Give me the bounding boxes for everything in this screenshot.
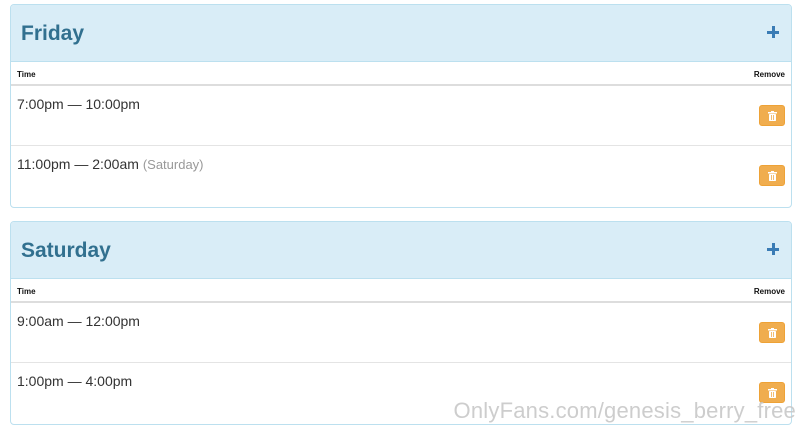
trash-icon: [768, 328, 777, 338]
table-row: 9:00am — 12:00pm: [11, 303, 791, 363]
time-slot: 11:00pm — 2:00am (Saturday): [17, 156, 204, 172]
day-title: Friday: [21, 22, 85, 45]
trash-icon: [768, 111, 777, 121]
day-title: Saturday: [21, 239, 111, 262]
table-row: 7:00pm — 10:00pm: [11, 86, 791, 146]
column-header-remove: Remove: [753, 287, 785, 296]
time-slot: 7:00pm — 10:00pm: [17, 96, 140, 112]
day-panel-saturday: Saturday Time Remove 9:00am — 12:00pm 1:…: [10, 221, 792, 425]
time-range: 9:00am — 12:00pm: [17, 313, 140, 329]
trash-icon: [768, 171, 777, 181]
plus-icon[interactable]: [765, 24, 781, 40]
watermark-text: OnlyFans.com/genesis_berry_free: [453, 398, 796, 423]
column-header-time: Time: [17, 70, 36, 79]
time-range: 7:00pm — 10:00pm: [17, 96, 140, 112]
remove-button[interactable]: [759, 165, 785, 186]
day-panel-friday: Friday Time Remove 7:00pm — 10:00pm 11:0…: [10, 4, 792, 208]
panel-header: Friday: [11, 5, 791, 62]
time-slot: 9:00am — 12:00pm: [17, 313, 140, 329]
panel-header: Saturday: [11, 222, 791, 279]
table-header: Time Remove: [11, 62, 791, 86]
plus-icon[interactable]: [765, 241, 781, 257]
column-header-time: Time: [17, 287, 36, 296]
time-note: (Saturday): [142, 157, 204, 172]
trash-icon: [768, 388, 777, 398]
time-range: 11:00pm — 2:00am: [17, 156, 139, 172]
remove-button[interactable]: [759, 322, 785, 343]
remove-button[interactable]: [759, 105, 785, 126]
column-header-remove: Remove: [753, 70, 785, 79]
table-row: 11:00pm — 2:00am (Saturday): [11, 146, 791, 206]
time-slot: 1:00pm — 4:00pm: [17, 373, 132, 389]
time-range: 1:00pm — 4:00pm: [17, 373, 133, 389]
table-header: Time Remove: [11, 279, 791, 303]
